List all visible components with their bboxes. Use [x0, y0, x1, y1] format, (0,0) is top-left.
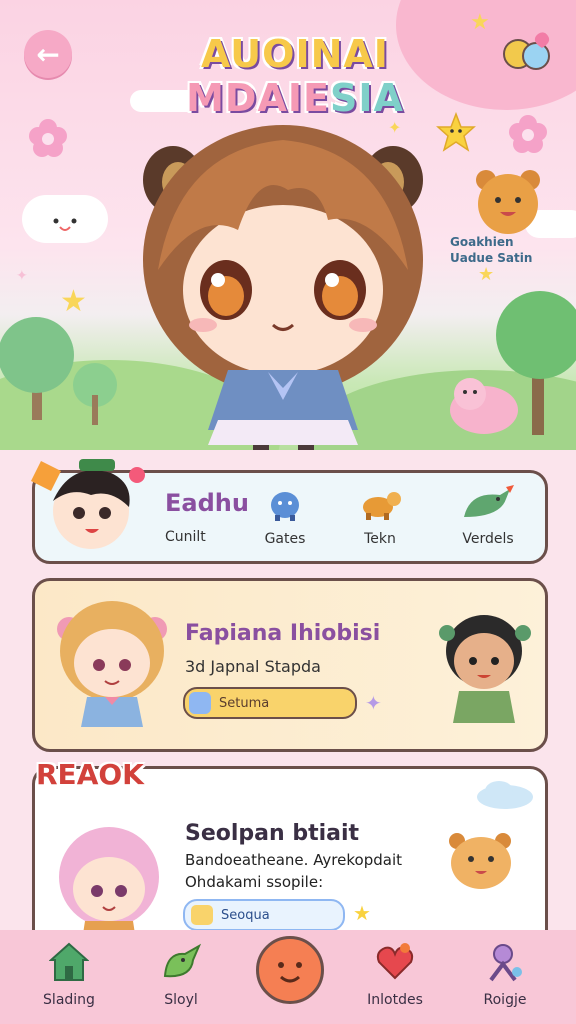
app-title: AUOINAI MDAIESIA — [110, 32, 480, 120]
story-line-2: Ohdakami ssopile: — [185, 873, 324, 891]
pink-flower-icon — [29, 119, 67, 157]
pink-flower-icon — [509, 115, 547, 153]
story-title: Seolpan btiait — [185, 821, 360, 846]
profile-name: Fapiana Ihiobisi — [185, 621, 381, 646]
girl-avatar — [57, 601, 167, 727]
main-character-illustration — [143, 125, 423, 450]
story-pill-label: Seoqua — [221, 907, 270, 923]
heart-icon — [376, 943, 414, 980]
profile-pill-button[interactable]: Setuma — [183, 687, 357, 719]
sign-text: Goakhien Uadue Satin — [450, 234, 570, 266]
title-part-2: MDAIE — [186, 76, 330, 120]
tab-roigje[interactable]: Roigje — [450, 930, 560, 1024]
cloud-face-decoration — [22, 195, 108, 243]
character-nav-card: Eadhu Cunilt Gates Tekn Verdels — [31, 459, 548, 564]
blue-creature-icon — [271, 492, 299, 521]
sparkle-icon: ✦ — [365, 691, 382, 715]
game-icon — [191, 905, 213, 925]
tab-label: Slading — [43, 992, 95, 1008]
green-bird-icon — [464, 485, 514, 517]
game-icon — [189, 692, 211, 714]
tab-inlotdes[interactable]: Inlotdes — [340, 930, 450, 1024]
pink-hamster-illustration — [450, 378, 518, 434]
bear-mascot-icon — [476, 170, 540, 234]
character-name: Eadhu — [165, 489, 249, 517]
star-sparkle-icon: ★ — [353, 901, 371, 925]
nav-item-label: Verdels — [462, 531, 514, 547]
sign-line-2: Uadue Satin — [450, 251, 533, 265]
title-part-3: SIA — [329, 76, 404, 120]
nav-item-gates[interactable]: Gates — [250, 483, 320, 547]
sign-line-1: Goakhien — [450, 235, 514, 249]
nav-item-label: Tekn — [364, 531, 396, 547]
tab-label: Roigje — [483, 992, 527, 1008]
hamster-mascot-icon — [449, 833, 511, 889]
profile-pill-label: Setuma — [219, 695, 270, 711]
character-subtitle: Cunilt — [165, 529, 206, 545]
tab-slading[interactable]: Slading — [14, 930, 124, 1024]
tab-label: Inlotdes — [367, 992, 423, 1008]
house-icon — [49, 942, 89, 981]
star-sparkle-icon: ★ — [60, 284, 87, 319]
title-part-1: AUOINAI — [201, 32, 389, 76]
smiley-face-icon — [278, 962, 302, 983]
nav-item-tekn[interactable]: Tekn — [345, 483, 415, 547]
arrow-left-icon: ← — [36, 37, 60, 71]
boy-green-avatar — [439, 615, 531, 723]
back-button[interactable]: ← — [24, 30, 72, 78]
star-sparkle-icon: ✦ — [16, 268, 28, 284]
profile-card[interactable]: Fapiana Ihiobisi 3d Japnal Stapda Setuma… — [32, 578, 548, 752]
boy-avatar — [31, 459, 145, 549]
characters-icon[interactable] — [502, 30, 552, 78]
nav-item-label: Gates — [264, 531, 306, 547]
story-line-1: Bandoeatheane. Ayrekopdait — [185, 851, 402, 869]
tab-sloyl[interactable]: Sloyl — [126, 930, 236, 1024]
orange-turtle-icon — [363, 492, 401, 520]
cloud-icon — [477, 781, 533, 809]
nav-item-verdels[interactable]: Verdels — [453, 483, 523, 547]
tab-label: Sloyl — [164, 992, 198, 1008]
pink-hair-girl-avatar — [59, 827, 159, 947]
profile-subtitle: 3d Japnal Stapda — [185, 657, 321, 676]
star-sparkle-icon: ★ — [478, 264, 495, 285]
story-badge: REAOK — [36, 758, 144, 791]
bird-icon — [163, 943, 201, 978]
story-pill-button[interactable]: Seoqua — [183, 899, 345, 931]
story-card[interactable]: Seolpan btiait Bandoeatheane. Ayrekopdai… — [32, 766, 548, 952]
person-icon — [489, 944, 522, 982]
center-action-button[interactable] — [256, 936, 324, 1004]
